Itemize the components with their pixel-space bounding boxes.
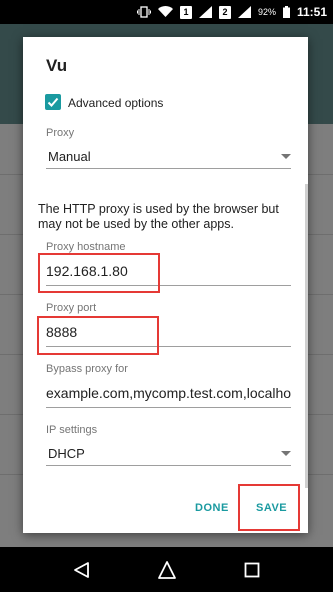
scrollbar[interactable]	[305, 184, 308, 488]
signal-icon	[237, 6, 251, 18]
ip-settings-label: IP settings	[46, 424, 98, 436]
dropdown-arrow-icon	[281, 451, 291, 456]
wifi-network-dialog: Vu Advanced options Proxy Manual The HTT…	[23, 37, 308, 533]
wifi-icon	[157, 6, 173, 17]
sim1-badge: 1	[179, 5, 192, 19]
done-button[interactable]: DONE	[195, 502, 229, 514]
back-icon[interactable]	[73, 561, 91, 579]
dropdown-arrow-icon	[281, 154, 291, 159]
clock: 11:51	[296, 5, 327, 19]
battery-percent: 92%	[257, 7, 276, 17]
highlight-box	[37, 316, 159, 355]
proxy-label: Proxy	[46, 127, 75, 139]
ip-settings-value: DHCP	[48, 446, 85, 461]
dialog-title: Vu	[46, 56, 68, 75]
proxy-dropdown[interactable]: Manual	[46, 148, 291, 169]
proxy-value: Manual	[48, 149, 91, 164]
sim2-badge: 2	[218, 5, 231, 19]
ip-settings-dropdown[interactable]: DHCP	[46, 445, 291, 466]
bypass-proxy-label: Bypass proxy for	[46, 363, 128, 375]
signal-icon	[198, 6, 212, 18]
proxy-note: The HTTP proxy is used by the browser bu…	[38, 202, 279, 231]
highlight-box	[238, 484, 300, 531]
advanced-options-checkbox[interactable]	[45, 94, 61, 110]
bypass-proxy-value: example.com,mycomp.test.com,localhost	[46, 385, 291, 401]
proxy-port-label: Proxy port	[46, 302, 97, 314]
bypass-proxy-input[interactable]: example.com,mycomp.test.com,localhost	[46, 381, 291, 408]
checkmark-icon	[47, 97, 59, 107]
navigation-bar	[0, 547, 333, 592]
status-bar: 1 2 92% 11:51	[0, 0, 333, 24]
vibrate-icon	[136, 6, 151, 18]
proxy-hostname-label: Proxy hostname	[46, 241, 126, 253]
home-icon[interactable]	[157, 560, 177, 580]
highlight-box	[38, 253, 160, 293]
advanced-options-label: Advanced options	[68, 96, 164, 110]
battery-icon	[282, 6, 290, 18]
recents-icon[interactable]	[244, 562, 260, 578]
